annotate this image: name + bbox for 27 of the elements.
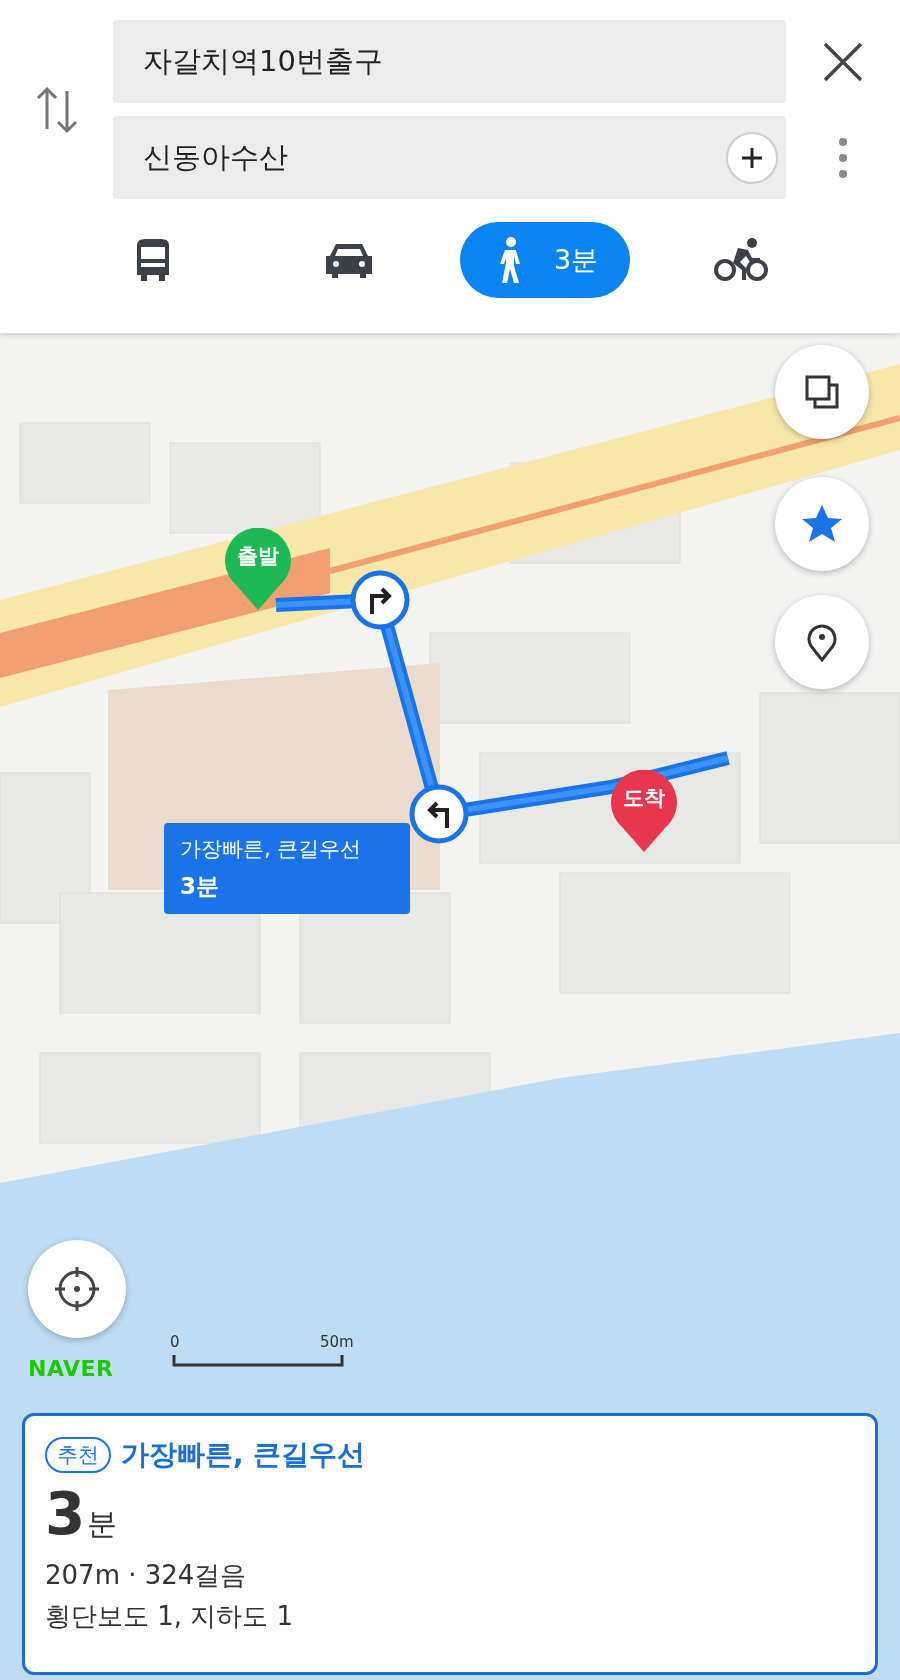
add-stop-button[interactable] xyxy=(726,131,778,184)
distance-steps: 207m · 324걸음 xyxy=(45,1558,855,1593)
route-title: 가장빠른, 큰길우선 xyxy=(121,1437,366,1473)
map-pin[interactable]: 출발 xyxy=(223,528,293,612)
origin-field[interactable]: 자갈치역10번출구 xyxy=(113,20,786,103)
car-icon xyxy=(326,242,372,278)
logo: NAVER xyxy=(28,1356,114,1381)
crossings-info: 횡단보도 1, 지하도 1 xyxy=(45,1600,295,1633)
scale-label: 50m xyxy=(320,1333,354,1351)
cyclist-icon xyxy=(714,238,768,282)
scale-label: 0 xyxy=(170,1333,180,1351)
route-callout[interactable]: 가장빠른, 큰길우선 3분 xyxy=(164,823,410,914)
close-icon[interactable] xyxy=(823,41,863,82)
map-pin[interactable]: 도착 xyxy=(609,770,679,854)
plus-icon xyxy=(741,146,763,169)
swap-icon[interactable] xyxy=(34,84,79,135)
location-pin-icon xyxy=(807,622,837,662)
mode-tab[interactable]: 3분 xyxy=(459,222,631,298)
duration-value: 3 xyxy=(45,1480,86,1548)
layers-icon xyxy=(804,374,840,410)
star-icon xyxy=(801,504,843,544)
destination-field[interactable]: 신동아수산 xyxy=(113,116,786,199)
recommended-badge: 추천 xyxy=(45,1437,111,1473)
route-card[interactable]: 추천 가장빠른, 큰길우선 3 분 207m · 324걸음 횡단보도 1, 지하도 1 xyxy=(22,1413,878,1675)
duration-unit: 분 xyxy=(87,1505,118,1543)
more-icon[interactable] xyxy=(838,136,848,179)
crosshair-icon xyxy=(53,1265,101,1313)
